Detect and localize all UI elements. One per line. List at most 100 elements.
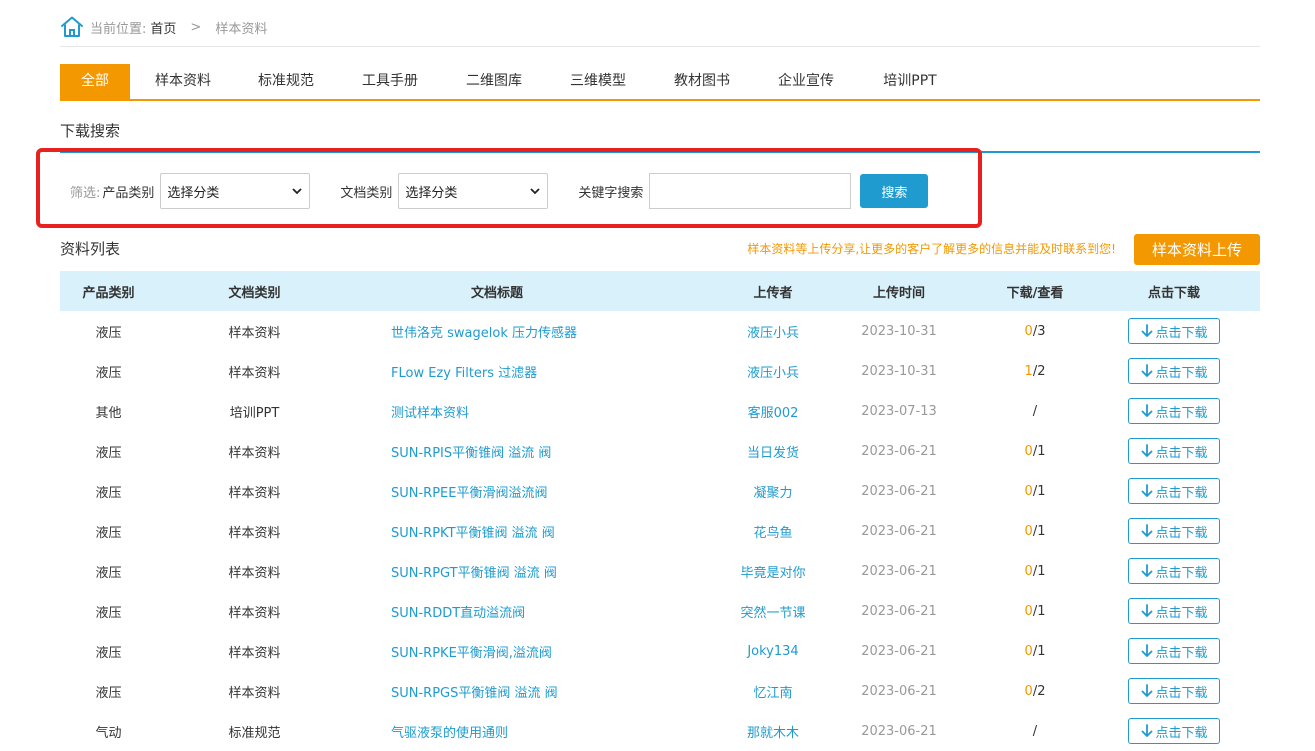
search-section-title: 下载搜索 — [60, 122, 121, 140]
cell-doc-title-link[interactable]: SUN-RPIS平衡锥阀 溢流 阀 — [352, 442, 722, 461]
tab-textbooks[interactable]: 教材图书 — [652, 64, 752, 99]
cell-doc-title-link[interactable]: SUN-RPEE平衡滑阀溢流阀 — [352, 482, 722, 501]
tab-standards[interactable]: 标准规范 — [236, 64, 336, 99]
search-section-divider — [60, 151, 1260, 153]
cell-doc-title-link[interactable]: FLow Ezy Filters 过滤器 — [352, 362, 722, 381]
download-button[interactable]: 点击下载 — [1128, 678, 1220, 704]
breadcrumb-separator: > — [190, 19, 202, 35]
download-button[interactable]: 点击下载 — [1128, 438, 1220, 464]
download-button[interactable]: 点击下载 — [1128, 478, 1220, 504]
download-count: 0 — [1024, 563, 1033, 579]
download-button[interactable]: 点击下载 — [1128, 558, 1220, 584]
tab-2d-library[interactable]: 二维图库 — [444, 64, 544, 99]
cell-doc-title-link[interactable]: SUN-RPGT平衡锥阀 溢流 阀 — [352, 562, 722, 581]
download-button[interactable]: 点击下载 — [1128, 518, 1220, 544]
tab-training-ppt[interactable]: 培训PPT — [860, 64, 960, 99]
arrow-down-icon — [1142, 724, 1153, 737]
cell-uploader-link[interactable]: 当日发货 — [722, 442, 824, 461]
cell-download-view: 0/2 — [974, 684, 1096, 699]
view-count: /2 — [1032, 363, 1046, 379]
cell-doc-title-link[interactable]: SUN-RPKT平衡锥阀 溢流 阀 — [352, 522, 722, 541]
upload-sample-button[interactable]: 样本资料上传 — [1134, 234, 1260, 265]
cell-doc-category: 样本资料 — [228, 485, 281, 501]
cell-doc-title-link[interactable]: 世伟洛克 swagelok 压力传感器 — [352, 322, 722, 341]
cell-doc-title-link[interactable]: SUN-RDDT直动溢流阀 — [352, 602, 722, 621]
product-category-label: 产品类别 — [102, 185, 155, 201]
download-button[interactable]: 点击下载 — [1128, 318, 1220, 344]
cell-doc-title-link[interactable]: SUN-RPKE平衡滑阀,溢流阀 — [352, 642, 722, 661]
cell-download: 点击下载 — [1096, 398, 1252, 424]
cell-download: 点击下载 — [1096, 478, 1252, 504]
table-row: 液压 样本资料 SUN-RPKE平衡滑阀,溢流阀 Joky134 2023-06… — [60, 631, 1260, 671]
cell-uploader-link[interactable]: 液压小兵 — [722, 362, 824, 381]
table-row: 液压 样本资料 世伟洛克 swagelok 压力传感器 液压小兵 2023-10… — [60, 311, 1260, 351]
download-button-label: 点击下载 — [1155, 525, 1208, 541]
cell-uploader-link[interactable]: 那就木木 — [722, 722, 824, 741]
tab-all[interactable]: 全部 — [60, 64, 130, 99]
arrow-down-icon — [1142, 484, 1153, 497]
cell-uploader-link[interactable]: 毕竟是对你 — [722, 562, 824, 581]
cell-doc-category: 样本资料 — [228, 445, 281, 461]
cell-download-view: / — [974, 404, 1096, 419]
cell-download: 点击下载 — [1096, 318, 1252, 344]
download-button[interactable]: 点击下载 — [1128, 358, 1220, 384]
table-row: 液压 样本资料 SUN-RPGS平衡锥阀 溢流 阀 忆江南 2023-06-21… — [60, 671, 1260, 711]
tab-3d-models[interactable]: 三维模型 — [544, 64, 652, 99]
download-count: 0 — [1024, 683, 1033, 699]
cell-uploader-link[interactable]: 花鸟鱼 — [722, 522, 824, 541]
cell-doc-title-link[interactable]: SUN-RPGS平衡锥阀 溢流 阀 — [352, 682, 722, 701]
list-section-title: 资料列表 — [60, 240, 121, 258]
keyword-search-input[interactable] — [649, 173, 852, 209]
tab-tool-manuals[interactable]: 工具手册 — [336, 64, 444, 99]
cell-download: 点击下载 — [1096, 558, 1252, 584]
cell-download-view: / — [974, 724, 1096, 739]
breadcrumb-home-link[interactable]: 首页 — [150, 18, 176, 37]
doc-category-label: 文档类别 — [340, 185, 393, 201]
tab-samples[interactable]: 样本资料 — [130, 64, 236, 99]
arrow-down-icon — [1142, 404, 1153, 417]
download-button[interactable]: 点击下载 — [1128, 638, 1220, 664]
cell-doc-category: 培训PPT — [229, 405, 280, 421]
cell-doc-title-link[interactable]: 测试样本资料 — [352, 402, 722, 421]
breadcrumb-current: 样本资料 — [215, 21, 268, 37]
cell-doc-category: 样本资料 — [228, 525, 281, 541]
cell-uploader-link[interactable]: 客服002 — [722, 402, 824, 421]
doc-category-select[interactable]: 选择分类 — [398, 173, 549, 209]
cell-product-category: 液压 — [95, 325, 122, 341]
home-icon[interactable] — [60, 15, 84, 39]
cell-uploader-link[interactable]: 凝聚力 — [722, 482, 824, 501]
cell-upload-time: 2023-06-21 — [861, 443, 937, 459]
cell-download-view: 0/1 — [974, 444, 1096, 459]
product-category-select[interactable]: 选择分类 — [160, 173, 311, 209]
cell-uploader-link[interactable]: Joky134 — [722, 644, 824, 659]
cell-download-view: 1/2 — [974, 364, 1096, 379]
cell-download: 点击下载 — [1096, 598, 1252, 624]
table-row: 液压 样本资料 SUN-RPKT平衡锥阀 溢流 阀 花鸟鱼 2023-06-21… — [60, 511, 1260, 551]
tab-promotion[interactable]: 企业宣传 — [752, 64, 860, 99]
table-row: 液压 样本资料 SUN-RPIS平衡锥阀 溢流 阀 当日发货 2023-06-2… — [60, 431, 1260, 471]
cell-download: 点击下载 — [1096, 678, 1252, 704]
cell-upload-time: 2023-06-21 — [861, 603, 937, 619]
cell-upload-time: 2023-06-21 — [861, 683, 937, 699]
view-count: /1 — [1032, 603, 1046, 619]
download-button-label: 点击下载 — [1155, 565, 1208, 581]
cell-doc-title-link[interactable]: 气驱液泵的使用通则 — [352, 722, 722, 741]
view-count: / — [1032, 403, 1038, 419]
cell-upload-time: 2023-10-31 — [861, 363, 937, 379]
download-button[interactable]: 点击下载 — [1128, 718, 1220, 744]
cell-uploader-link[interactable]: 突然一节课 — [722, 602, 824, 621]
download-button[interactable]: 点击下载 — [1128, 398, 1220, 424]
cell-product-category: 液压 — [95, 365, 122, 381]
breadcrumb-divider — [60, 46, 1260, 47]
search-button[interactable]: 搜索 — [860, 174, 929, 208]
download-button[interactable]: 点击下载 — [1128, 598, 1220, 624]
download-button-label: 点击下载 — [1155, 445, 1208, 461]
arrow-down-icon — [1142, 564, 1153, 577]
cell-uploader-link[interactable]: 液压小兵 — [722, 322, 824, 341]
cell-product-category: 液压 — [95, 565, 122, 581]
header-product-category: 产品类别 — [82, 285, 135, 301]
view-count: /1 — [1032, 443, 1046, 459]
cell-download: 点击下载 — [1096, 518, 1252, 544]
cell-uploader-link[interactable]: 忆江南 — [722, 682, 824, 701]
cell-doc-category: 样本资料 — [228, 365, 281, 381]
